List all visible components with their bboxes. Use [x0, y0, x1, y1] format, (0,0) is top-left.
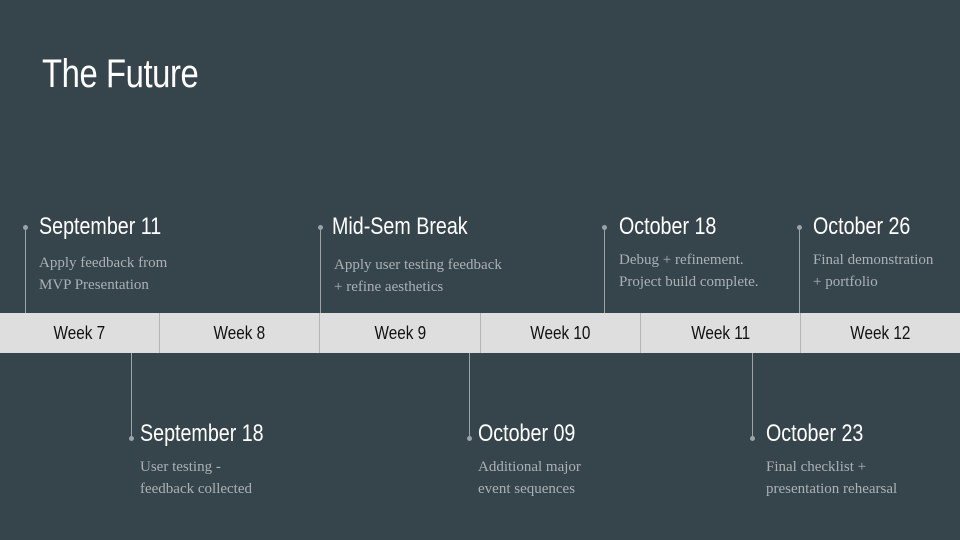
timeline-connector — [604, 228, 605, 313]
event-date: September 18 — [140, 420, 264, 447]
week-cell: Week 12 — [801, 313, 960, 353]
slide-title: The Future — [42, 52, 199, 96]
timeline-dot — [467, 436, 472, 441]
event-desc-line-1: Additional major — [478, 459, 581, 475]
event-date: October 18 — [619, 213, 717, 240]
event-desc-line-1: User testing - — [140, 459, 221, 475]
event-desc-line-1: Apply user testing feedback — [334, 257, 502, 273]
event-date: September 11 — [39, 213, 162, 240]
event-desc-line-2: presentation rehearsal — [766, 481, 898, 497]
week-bar: Week 7 Week 8 Week 9 Week 10 Week 11 Wee… — [0, 313, 960, 353]
week-cell: Week 9 — [320, 313, 481, 353]
week-cell: Week 8 — [160, 313, 321, 353]
week-cell: Week 7 — [0, 313, 161, 353]
event-date: October 26 — [813, 213, 911, 240]
week-label: Week 11 — [690, 322, 750, 343]
timeline-dot — [129, 436, 134, 441]
event-desc-line-2: Project build complete. — [619, 274, 759, 290]
event-date: October 09 — [478, 420, 576, 447]
timeline-connector — [752, 353, 753, 439]
event-desc-line-2: event sequences — [478, 481, 576, 497]
event-desc-line-1: Final demonstration — [813, 252, 934, 268]
timeline-connector — [25, 228, 26, 313]
event-desc-line-1: Debug + refinement. — [619, 252, 744, 268]
event-date: October 23 — [766, 420, 864, 447]
week-label: Week 10 — [530, 322, 591, 343]
week-label: Week 8 — [213, 322, 266, 343]
week-cell: Week 10 — [481, 313, 641, 353]
week-label: Week 12 — [850, 322, 911, 343]
event-desc-line-2: MVP Presentation — [39, 277, 149, 293]
timeline-connector — [131, 353, 132, 439]
week-label: Week 7 — [53, 322, 106, 343]
event-desc-line-2: + refine aesthetics — [334, 279, 444, 295]
timeline-connector — [799, 228, 800, 313]
event-desc-line-2: feedback collected — [140, 481, 253, 497]
timeline-connector — [320, 228, 321, 313]
event-date: Mid-Sem Break — [332, 213, 468, 240]
week-cell: Week 11 — [641, 313, 801, 353]
timeline-connector — [469, 353, 470, 439]
timeline-dot — [750, 436, 755, 441]
week-label: Week 9 — [374, 322, 426, 343]
event-desc-line-1: Final checklist + — [766, 459, 867, 475]
event-desc-line-2: + portfolio — [813, 274, 878, 290]
event-desc-line-1: Apply feedback from — [39, 255, 168, 271]
